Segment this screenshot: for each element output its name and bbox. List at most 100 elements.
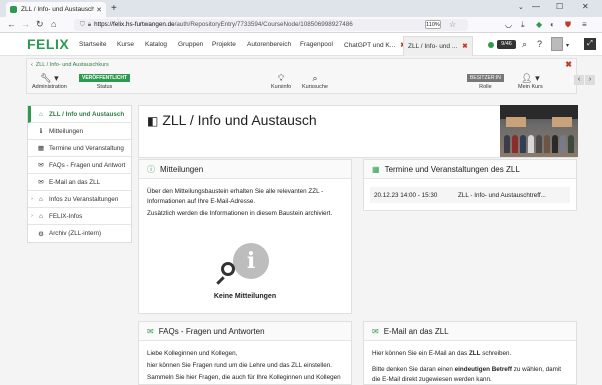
role-button[interactable]: BESITZER:IN Rolle	[467, 74, 504, 90]
faqs-body: Liebe Kolleginnen und Kollegen, hier kön…	[139, 341, 351, 385]
role-badge: BESITZER:IN	[467, 74, 504, 82]
mitteilungen-header[interactable]: ⓘ Mitteilungen	[139, 160, 351, 179]
online-status-icon	[488, 42, 494, 48]
window-close-button[interactable]: ✕	[582, 2, 589, 11]
status-label: Status	[96, 84, 113, 90]
course-image	[500, 105, 578, 157]
archive-icon: ⚙	[38, 230, 44, 238]
info-icon: ℹ	[39, 128, 43, 135]
tab-list-icon[interactable]: ⌄	[518, 3, 524, 11]
kursinfo-button[interactable]: 💡︎ Kursinfo	[271, 73, 291, 90]
mitteilungen-panel: ⓘ Mitteilungen Über den Mitteilungsbauste…	[138, 159, 352, 314]
avatar[interactable]	[551, 37, 563, 51]
email-text-2: Bitte denken Sie daran einen eindeutigen…	[372, 366, 562, 383]
role-label: Rolle	[479, 84, 492, 90]
status-button[interactable]: VERÖFFENTLICHT Status	[79, 74, 130, 90]
nav-kurse[interactable]: Kurse	[117, 41, 134, 48]
menu-item-felix-infos[interactable]: › ⌂ FELIX-Infos	[28, 208, 131, 225]
browser-tab-title: ZLL / Info- und Austauschkurs	[21, 6, 95, 13]
mail-icon: ✉	[372, 326, 379, 336]
calendar-icon: ▦	[37, 145, 45, 152]
email-header[interactable]: ✉ E-Mail an das ZLL	[364, 322, 576, 341]
search-icon[interactable]: ⌕	[522, 39, 527, 50]
nav-katalog[interactable]: Katalog	[145, 41, 167, 48]
mein-kurs-button[interactable]: 👤︎ ▾ Mein Kurs	[518, 73, 543, 90]
nav-gruppen[interactable]: Gruppen	[178, 41, 203, 48]
email-body: Hier können Sie ein E-Mail an das ZLL sc…	[364, 341, 576, 385]
user-icon: 👤︎ ▾	[521, 73, 540, 83]
calendar-icon: ▦	[372, 164, 380, 174]
nav-autorenbereich[interactable]: Autorenbereich	[247, 41, 291, 48]
administration-label: Administration	[32, 84, 67, 90]
menu-item-label: Infos zu Veranstaltungen	[49, 195, 119, 203]
home-button[interactable]: ⌂	[51, 19, 56, 29]
search-icon: ⌕	[312, 73, 318, 83]
menu-item-email[interactable]: ✉ E-Mail an das ZLL	[28, 174, 131, 191]
previous-button[interactable]: ‹	[574, 75, 584, 85]
kurssuche-button[interactable]: ⌕ Kurssuche	[302, 73, 328, 90]
event-date: 20.12.23 14:00 - 15:30	[374, 191, 438, 199]
close-tab-icon[interactable]: ✖	[462, 43, 467, 50]
page-header: ◧ ZLL / Info und Austausch	[138, 105, 578, 158]
menu-icon[interactable]: ≡	[582, 20, 587, 29]
back-button[interactable]: ←	[7, 19, 16, 29]
menu-item-infos-veranstaltungen[interactable]: › ⌂ Infos zu Veranstaltungen	[28, 191, 131, 208]
pocket-icon[interactable]: ◡	[505, 20, 512, 29]
menu-item-termine[interactable]: ▦ Termine und Veranstaltung	[28, 140, 131, 157]
extension-2-icon[interactable]: ◐	[550, 20, 555, 29]
magnifier-icon	[221, 262, 235, 276]
url-bar[interactable]: ⛉ 🔒︎ https://felix.hs-furtwangen.de/auth/R…	[74, 19, 468, 31]
event-name[interactable]: ZLL - Info- und Austauschtreff...	[458, 192, 546, 199]
fullscreen-icon[interactable]: ⤢	[584, 38, 596, 50]
faqs-header[interactable]: ✉ FAQs - Fragen und Antworten	[139, 322, 351, 341]
next-button[interactable]: ›	[585, 75, 595, 85]
chevron-right-icon[interactable]: ›	[28, 196, 36, 202]
home-icon: ⌂	[39, 110, 43, 118]
termine-header[interactable]: ▦ Termine und Veranstaltungen des ZLL	[364, 160, 576, 179]
new-tab-button[interactable]: +	[111, 3, 117, 14]
back-chevron-icon[interactable]: ‹	[31, 62, 33, 68]
zoom-level[interactable]: 110%	[425, 20, 441, 29]
chevron-right-icon[interactable]: ›	[28, 213, 36, 219]
menu-item-label: Archiv (ZLL-intern)	[49, 230, 102, 237]
menu-item-faqs[interactable]: ✉ FAQs - Fragen und Antwort	[28, 157, 131, 174]
faqs-panel: ✉ FAQs - Fragen und Antworten Liebe Kolle…	[138, 321, 352, 385]
favicon-icon	[10, 6, 17, 13]
extension-icon[interactable]: ◆	[536, 20, 542, 29]
maximize-button[interactable]: ☐	[556, 2, 563, 11]
course-menu: ⌂ ZLL / Info und Austausch ℹ Mitteilunge…	[27, 105, 132, 243]
email-text: Hier können Sie ein E-Mail an das ZLL sc…	[372, 350, 512, 357]
faqs-text-3: Sammeln Sie hier Fragen, die auch für Ih…	[147, 374, 341, 381]
menu-item-label: Termine und Veranstaltung	[49, 144, 124, 152]
forum-icon: ✉	[147, 326, 154, 336]
browser-tabbar: ZLL / Info- und Austauschkurs ✕ + ⌄ — ☐ …	[0, 0, 602, 17]
close-tab-icon[interactable]: ✕	[96, 6, 102, 14]
table-row[interactable]: 20.12.23 14:00 - 15:30 ZLL - Info- und A…	[370, 187, 570, 203]
bookmark-star-icon[interactable]: ☆	[449, 20, 456, 29]
download-icon[interactable]: ⤓	[521, 20, 525, 30]
menu-item-mitteilungen[interactable]: ℹ Mitteilungen	[28, 123, 131, 140]
forward-button[interactable]: →	[21, 19, 30, 29]
counter-badge[interactable]: 9/46	[497, 40, 516, 49]
url-path: /auth/RepositoryEntry/7733594/CourseNode…	[174, 21, 353, 28]
nav-fragenpool[interactable]: Fragenpool	[300, 41, 333, 48]
nav-startseite[interactable]: Startseite	[79, 41, 106, 48]
empty-state-text: Keine Mitteilungen	[213, 293, 277, 300]
help-icon[interactable]: ?	[537, 39, 542, 49]
nav-tab-zll[interactable]: ZLL / Info- und ... ✖	[403, 36, 473, 56]
administration-button[interactable]: 🔧︎ ▾ Administration	[32, 73, 67, 90]
menu-item-archiv[interactable]: ⚙ Archiv (ZLL-intern)	[28, 225, 131, 242]
menu-item-home[interactable]: ⌂ ZLL / Info und Austausch	[28, 106, 131, 123]
chevron-down-icon[interactable]: ▾	[566, 42, 569, 49]
nav-tab-chatgpt[interactable]: ChatGPT und K...✖	[340, 36, 410, 56]
felix-logo[interactable]: FELIX	[27, 36, 69, 52]
breadcrumb[interactable]: ‹ ZLL / Info- und Austauschkurs	[31, 62, 109, 68]
nav-projekte[interactable]: Projekte	[212, 41, 236, 48]
ublock-icon[interactable]: ⛊	[565, 20, 571, 30]
close-course-icon[interactable]: ✖	[565, 60, 572, 69]
menu-item-label: ZLL / Info und Austausch	[49, 110, 125, 118]
termine-panel: ▦ Termine und Veranstaltungen des ZLL 20.…	[363, 159, 577, 211]
minimize-button[interactable]: —	[532, 2, 540, 11]
reload-button[interactable]: ↻	[36, 19, 44, 30]
browser-tab[interactable]: ZLL / Info- und Austauschkurs ✕	[6, 2, 106, 17]
